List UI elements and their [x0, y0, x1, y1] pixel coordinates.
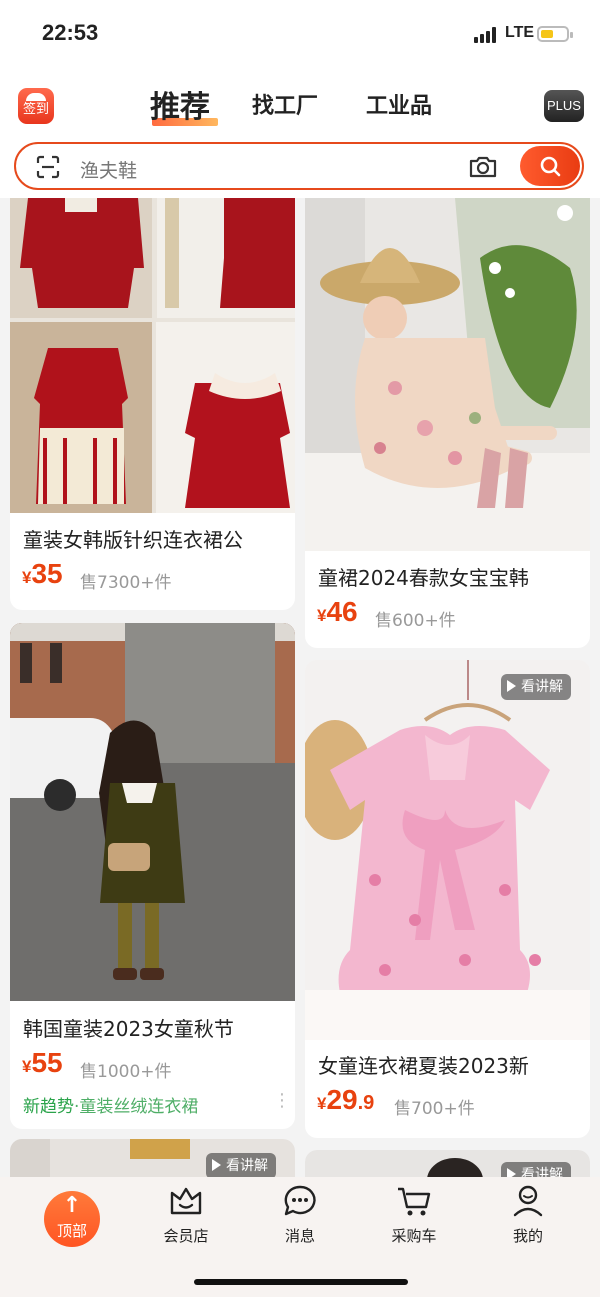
header: 签到 推荐 找工厂 工业品 PLUS 渔夫鞋: [0, 70, 600, 198]
product-price: ¥55: [22, 1047, 63, 1078]
product-sold-count: 售7300+件: [80, 573, 172, 593]
trend-label: 新趋势: [23, 1097, 74, 1117]
signal-icon: [474, 27, 498, 43]
product-price: ¥29.9: [317, 1084, 375, 1115]
message-icon: [284, 1185, 316, 1216]
product-card[interactable]: 童装女韩版针织连衣裙公 ¥35 售7300+件: [10, 198, 295, 610]
product-sold-count: 售1000+件: [80, 1062, 172, 1082]
video-explain-badge[interactable]: 看讲解: [206, 1153, 276, 1179]
product-price: ¥46: [317, 596, 358, 627]
product-card[interactable]: 韩国童装2023女童秋节 ¥55 售1000+件 新趋势·童装丝绒连衣裙 ⋮: [10, 623, 295, 1129]
scan-icon[interactable]: [36, 155, 60, 179]
product-price: ¥35: [22, 558, 63, 589]
tab-industrial[interactable]: 工业品: [366, 88, 432, 120]
play-icon: [507, 680, 516, 692]
network-label: LTE: [505, 24, 535, 41]
product-image: [10, 198, 295, 513]
home-indicator: [194, 1279, 408, 1285]
plus-button[interactable]: PLUS: [544, 90, 584, 122]
product-sold-count: 售600+件: [375, 611, 456, 631]
profile-icon: [513, 1185, 543, 1217]
product-title: 童装女韩版针织连衣裙公: [23, 528, 243, 552]
product-image: [305, 660, 590, 1040]
product-title: 女童连衣裙夏装2023新: [318, 1054, 529, 1078]
search-bar[interactable]: 渔夫鞋: [14, 142, 584, 190]
tab-recommend[interactable]: 推荐: [150, 82, 210, 126]
search-button[interactable]: [520, 146, 580, 186]
product-card[interactable]: 童裙2024春款女宝宝韩 ¥46 售600+件: [305, 198, 590, 648]
trend-text: 童装丝绒连衣裙: [79, 1097, 199, 1117]
trend-tag[interactable]: 新趋势·童装丝绒连衣裙: [23, 1092, 198, 1117]
product-image: [305, 198, 590, 551]
camera-icon[interactable]: [468, 155, 498, 179]
search-icon: [540, 156, 561, 177]
nav-member-store[interactable]: 会员店: [141, 1177, 231, 1257]
search-input[interactable]: 渔夫鞋: [80, 156, 137, 183]
product-title: 韩国童装2023女童秋节: [23, 1017, 234, 1041]
nav-profile[interactable]: 我的: [483, 1177, 573, 1257]
signin-button[interactable]: 签到: [18, 88, 54, 124]
nav-cart[interactable]: 采购车: [369, 1177, 459, 1257]
battery-icon: [537, 26, 573, 42]
video-explain-badge[interactable]: 看讲解: [501, 674, 571, 700]
product-title: 童裙2024春款女宝宝韩: [318, 566, 529, 590]
nav-messages[interactable]: 消息: [255, 1177, 345, 1257]
tab-find-factory[interactable]: 找工厂: [252, 88, 318, 120]
back-to-top-button[interactable]: ↑ 顶部: [44, 1191, 100, 1247]
product-sold-count: 售700+件: [394, 1099, 475, 1119]
arrow-up-icon: ↑: [62, 1193, 82, 1218]
product-image: [10, 623, 295, 1001]
status-bar: 22:53 LTE: [0, 0, 600, 70]
product-card[interactable]: 看讲解 女童连衣裙夏装2023新 ¥29.9 售700+件: [305, 660, 590, 1138]
cart-icon: [398, 1187, 431, 1216]
member-store-icon: [170, 1187, 202, 1215]
more-options-icon[interactable]: ⋮: [273, 1090, 291, 1111]
play-icon: [212, 1159, 221, 1171]
status-time: 22:53: [42, 20, 99, 45]
